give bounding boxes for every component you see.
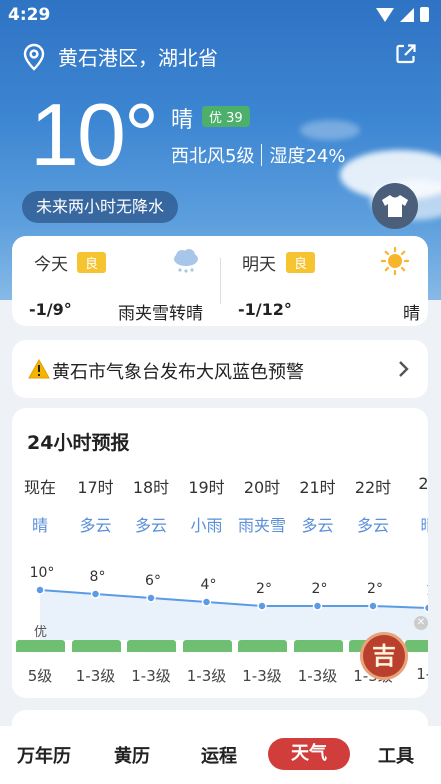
temp-range: -1/12° [238, 300, 292, 319]
temperature-point [368, 601, 378, 611]
lucky-badge-button[interactable]: 吉 [360, 632, 408, 680]
location-text: 黄石港区，湖北省 [58, 46, 218, 70]
close-icon[interactable]: ✕ [414, 616, 428, 630]
status-time: 4:29 [8, 5, 51, 25]
nav-item-calendar[interactable]: 万年历 [9, 742, 79, 768]
divider [261, 144, 263, 166]
nav-item-fortune[interactable]: 运程 [184, 742, 254, 768]
temperature-point [257, 601, 267, 611]
cloud-decoration [300, 120, 360, 140]
current-condition: 晴 [171, 108, 194, 133]
chevron-right-icon [399, 361, 409, 377]
temperature-point [35, 585, 45, 595]
nav-item-almanac[interactable]: 黄历 [97, 742, 167, 768]
temp-range: -1/9° [29, 300, 72, 319]
wifi-icon [376, 7, 394, 22]
tomorrow-column[interactable]: 明天 良 -1/12° 晴 [220, 236, 428, 326]
nav-item-tools[interactable]: 工具 [361, 742, 431, 768]
sun-icon [380, 246, 410, 276]
temperature-point [312, 601, 323, 611]
warning-icon [28, 359, 50, 379]
humidity-text: 湿度24% [269, 146, 346, 167]
temperature-point [146, 593, 156, 603]
daily-summary-card[interactable]: 今天 良 -1/9° 雨夹雪转晴 明天 良 -1/12° 晴 [12, 236, 428, 326]
wind-text: 西北风5级 [171, 146, 255, 167]
temperature-point [90, 589, 101, 599]
location-pin-icon [23, 43, 45, 71]
signal-icon [400, 7, 414, 22]
aqi-badge: 良 [286, 252, 316, 273]
day-label: 明天 [242, 255, 276, 275]
rain-forecast-pill[interactable]: 未来两小时无降水 [22, 191, 179, 223]
temperature-point [201, 597, 212, 607]
aqi-badge[interactable]: 优 39 [202, 106, 250, 127]
warning-text: 黄石市气象台发布大风蓝色预警 [52, 362, 304, 383]
battery-icon [420, 7, 429, 22]
nav-item-weather[interactable]: 天气 [268, 738, 350, 770]
weather-warning-card[interactable]: 黄石市气象台发布大风蓝色预警 [12, 340, 428, 398]
weather-desc: 晴 [403, 304, 420, 324]
clothing-advice-button[interactable] [372, 183, 418, 229]
status-bar: 4:29 [0, 0, 441, 30]
share-icon[interactable] [395, 43, 417, 65]
location-selector[interactable]: 黄石港区，湖北省 [22, 42, 218, 71]
sleet-cloud-icon [174, 249, 198, 273]
today-column[interactable]: 今天 良 -1/9° 雨夹雪转晴 [12, 236, 220, 326]
wind-humidity-row: 西北风5级 湿度24% [171, 142, 345, 168]
weather-desc: 雨夹雪转晴 [118, 304, 203, 324]
current-temperature: 10° [30, 85, 159, 184]
temperature-point [423, 603, 428, 613]
day-label: 今天 [34, 255, 68, 275]
aqi-label: 优 [34, 625, 48, 640]
aqi-badge: 良 [77, 252, 107, 273]
shirt-icon [382, 195, 408, 217]
bottom-navigation: 万年历 黄历 运程 天气 工具 [0, 726, 441, 784]
